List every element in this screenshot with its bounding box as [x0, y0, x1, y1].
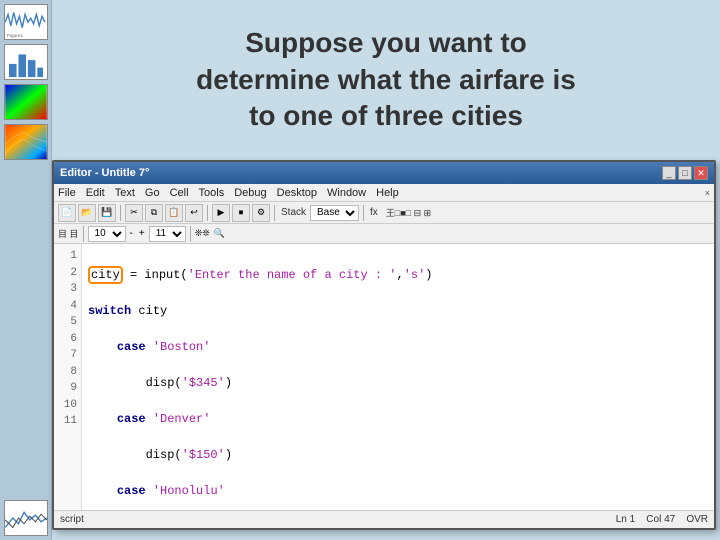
- code-line-7: case 'Honolulu': [88, 482, 708, 500]
- save-button[interactable]: 💾: [98, 204, 116, 222]
- editor-title: Editor - Untitle 7°: [60, 167, 149, 179]
- zoom-value-select[interactable]: 11: [149, 226, 186, 242]
- toolbar-separator-1: [120, 205, 121, 221]
- base-select[interactable]: Base: [310, 205, 359, 221]
- menu-window[interactable]: Window: [327, 187, 366, 199]
- code-line-6: disp('$150'): [88, 446, 708, 464]
- stack-label: Stack: [279, 207, 308, 218]
- menu-help[interactable]: Help: [376, 187, 399, 199]
- editor-position: Ln 1 Col 47 OVR: [616, 514, 708, 525]
- zoom-select[interactable]: 10: [88, 226, 126, 242]
- zoom-plus[interactable]: +: [137, 228, 147, 239]
- menu-text[interactable]: Text: [115, 187, 135, 199]
- slide-title: Suppose you want to determine what the a…: [196, 25, 576, 134]
- toolbar2-sep-2: [190, 226, 191, 242]
- run-button[interactable]: ▶: [212, 204, 230, 222]
- menu-edit[interactable]: Edit: [86, 187, 105, 199]
- plot-thumbnail-5[interactable]: [4, 500, 48, 536]
- help-search[interactable]: ×: [705, 188, 710, 198]
- cut-button[interactable]: ✂: [125, 204, 143, 222]
- menu-desktop[interactable]: Desktop: [277, 187, 317, 199]
- window-controls: _ □ ✕: [662, 166, 708, 180]
- left-sidebar: Figure1: [0, 0, 52, 540]
- toolbar2-sep-1: [83, 226, 84, 242]
- code-line-3: case 'Boston': [88, 338, 708, 356]
- maximize-button[interactable]: □: [678, 166, 692, 180]
- undo-button[interactable]: ↩: [185, 204, 203, 222]
- close-button[interactable]: ✕: [694, 166, 708, 180]
- svg-text:Figure1: Figure1: [7, 33, 23, 39]
- menu-debug[interactable]: Debug: [234, 187, 266, 199]
- code-editor[interactable]: city = input('Enter the name of a city :…: [82, 244, 714, 510]
- toolbar-1: 📄 📂 💾 ✂ ⧉ 📋 ↩ ▶ ⏹ ⚙ Stack Base fx 王□■□ ⊟…: [54, 202, 714, 224]
- open-button[interactable]: 📂: [78, 204, 96, 222]
- status-bar: script Ln 1 Col 47 OVR: [54, 510, 714, 528]
- toolbar-2: 目 目 10 - + 11 ❊❊ 🔍: [54, 224, 714, 244]
- plot-thumbnail-2[interactable]: [4, 44, 48, 80]
- code-line-2: switch city: [88, 302, 708, 320]
- code-area: 1 2 3 4 5 6 7 8 9 10 11 city = input('En…: [54, 244, 714, 510]
- line-numbers: 1 2 3 4 5 6 7 8 9 10 11: [54, 244, 82, 510]
- menu-tools[interactable]: Tools: [199, 187, 225, 199]
- menu-bar: File Edit Text Go Cell Tools Debug Deskt…: [54, 184, 714, 202]
- zoom-minus[interactable]: -: [128, 228, 135, 239]
- copy-button[interactable]: ⧉: [145, 204, 163, 222]
- editor-mode: script: [60, 514, 84, 525]
- stop-button[interactable]: ⏹: [232, 204, 250, 222]
- plot-thumbnail-1[interactable]: Figure1: [4, 4, 48, 40]
- code-line-1: city = input('Enter the name of a city :…: [88, 266, 708, 284]
- menu-cell[interactable]: Cell: [170, 187, 189, 199]
- menu-file[interactable]: File: [58, 187, 76, 199]
- toolbar2-format-icons: ❊❊: [195, 228, 210, 239]
- editor-window: Editor - Untitle 7° _ □ ✕ File Edit Text…: [52, 160, 716, 530]
- menu-go[interactable]: Go: [145, 187, 160, 199]
- code-line-4: disp('$345'): [88, 374, 708, 392]
- minimize-button[interactable]: _: [662, 166, 676, 180]
- title-area: Suppose you want to determine what the a…: [52, 0, 720, 160]
- toolbar-separator-3: [274, 205, 275, 221]
- code-line-5: case 'Denver': [88, 410, 708, 428]
- plot-thumbnail-4[interactable]: [4, 124, 48, 160]
- new-file-button[interactable]: 📄: [58, 204, 76, 222]
- toolbar-separator-4: [363, 205, 364, 221]
- toolbar2-search-icon: 🔍: [214, 228, 225, 239]
- formula-bar: 王□■□ ⊟ ⊞: [386, 206, 431, 219]
- paste-button[interactable]: 📋: [165, 204, 183, 222]
- editor-title-bar: Editor - Untitle 7° _ □ ✕: [54, 162, 714, 184]
- debug-button[interactable]: ⚙: [252, 204, 270, 222]
- toolbar-separator-2: [207, 205, 208, 221]
- fx-label: fx: [368, 207, 380, 218]
- toolbar2-icons: 目 目: [58, 227, 79, 240]
- city-var-circled: city: [88, 266, 123, 284]
- plot-thumbnail-3[interactable]: [4, 84, 48, 120]
